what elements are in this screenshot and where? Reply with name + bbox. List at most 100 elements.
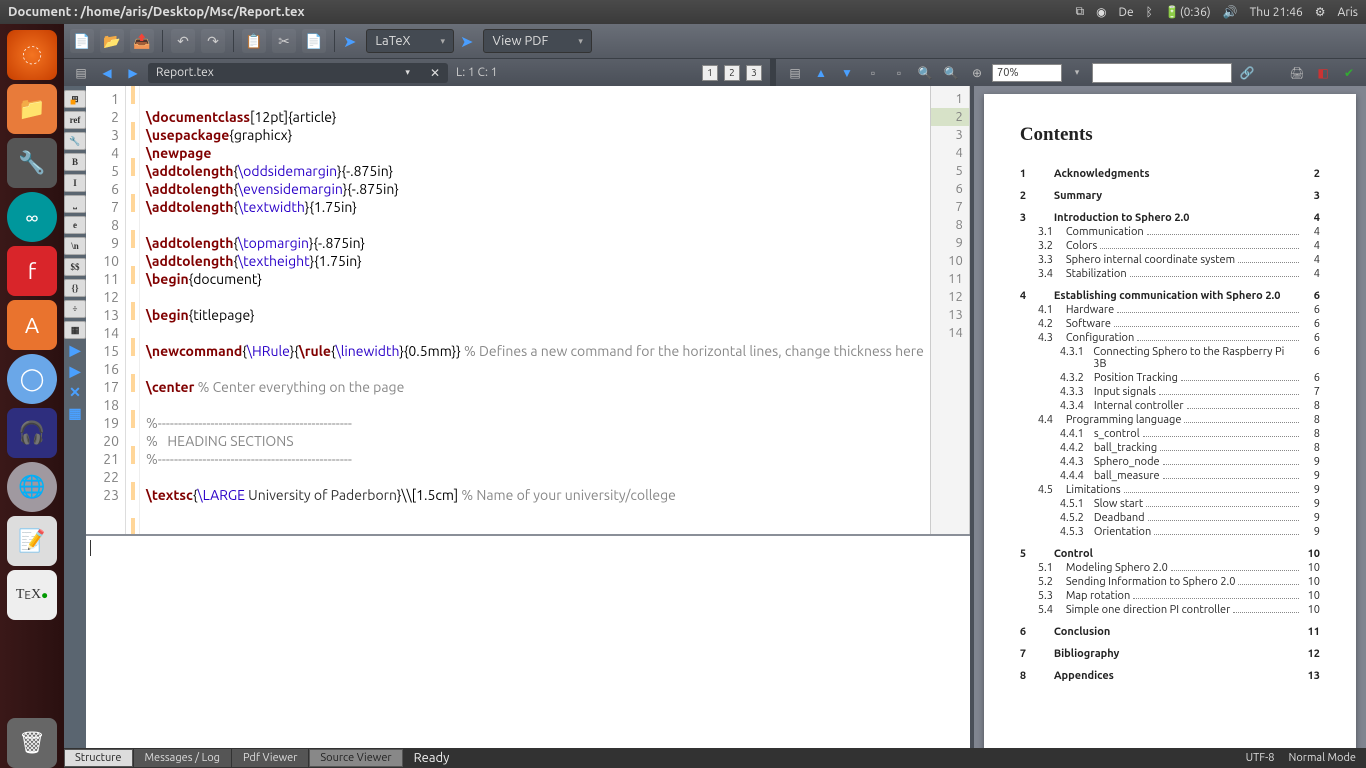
pdf-next-button[interactable]: ▼	[836, 63, 858, 83]
launcher-editor[interactable]: 📝	[7, 516, 57, 566]
system-menubar: Document : /home/aris/Desktop/Msc/Report…	[0, 0, 1366, 24]
latex-tool-button[interactable]: ÷	[64, 300, 86, 318]
latex-tool-button[interactable]: I	[64, 174, 86, 192]
bookmark-3[interactable]: 3	[746, 65, 762, 81]
texstudio-window: 📄 📂 📤 ↶ ↷ 📋 ✂ 📄 ➤ LaTeX▾ ➤ View PDF▾ ▤ ◀…	[64, 24, 1366, 768]
user-name[interactable]: Aris	[1338, 6, 1358, 19]
log-console[interactable]	[86, 534, 970, 768]
undo-button[interactable]: ↶	[171, 29, 195, 53]
launcher-audacity[interactable]: 🎧	[7, 408, 57, 458]
statusbar-tab-structure[interactable]: Structure	[64, 749, 133, 767]
editor-wrap: 1234567891011121314151617181920212223 \d…	[86, 86, 970, 768]
zoom-out-button[interactable]: 🔍	[914, 63, 936, 83]
launcher-software[interactable]: A	[7, 300, 57, 350]
launcher-arduino[interactable]: ∞	[7, 192, 57, 242]
latex-tool-button[interactable]: 🔧	[64, 132, 86, 150]
main-split: ⊞ref🔧BI⎵e\n$${}÷▦▶▶✕▦ 123456789101112131…	[64, 86, 1366, 768]
cut-button[interactable]: ✂	[272, 29, 296, 53]
window-title: Document : /home/aris/Desktop/Msc/Report…	[8, 5, 1075, 19]
print-button[interactable]: 🖨	[1286, 63, 1308, 83]
compile-icon: ➤	[343, 32, 356, 51]
fold-column	[126, 86, 140, 534]
compile-mode-dropdown[interactable]: LaTeX▾	[366, 29, 454, 53]
launcher-files[interactable]: 📁	[7, 84, 57, 134]
paste-button[interactable]: 📄	[302, 29, 326, 53]
launcher-fritzing[interactable]: f	[7, 246, 57, 296]
view-mode-dropdown[interactable]: View PDF▾	[483, 29, 591, 53]
nav-forward-button[interactable]: ▶	[122, 63, 144, 83]
open-file-button[interactable]: 📂	[100, 29, 124, 53]
latex-tool-button[interactable]: B	[64, 153, 86, 171]
status-bar: Structure Messages / Log Pdf Viewer Sour…	[64, 748, 1366, 768]
spellcheck-button[interactable]: ✔	[1338, 63, 1360, 83]
latex-tool-button[interactable]: $$	[64, 258, 86, 276]
system-indicators: ⧉ ◉ De ᛒ 🔋(0:36) 🔊 Thu 21:46 ⚙ Aris	[1075, 5, 1358, 19]
pdf-page: Contents 1Acknowledgments22Summary33Intr…	[984, 94, 1356, 760]
pdf-toc-button[interactable]: ▤	[784, 63, 806, 83]
sidebar-nav-button[interactable]: ▦	[64, 405, 86, 423]
latex-tool-button[interactable]: ref	[64, 111, 86, 129]
sidebar-nav-button[interactable]: ▶	[64, 342, 86, 360]
toggle-structure-button[interactable]: ▤	[70, 63, 92, 83]
line-gutter: 1234567891011121314151617181920212223	[86, 86, 126, 534]
editor-row: 1234567891011121314151617181920212223 \d…	[86, 86, 970, 534]
pdf-search-input[interactable]	[1092, 63, 1232, 83]
sidebar-nav-button[interactable]: ✕	[64, 384, 86, 402]
save-button[interactable]: 📤	[130, 29, 154, 53]
close-tab-icon[interactable]: ✕	[430, 66, 440, 80]
launcher-texstudio[interactable]: TEX●	[7, 570, 57, 620]
document-tab[interactable]: Report.tex ▾✕	[148, 63, 448, 83]
launcher-settings[interactable]: 🔧	[7, 138, 57, 188]
bluetooth-icon[interactable]: ᛒ	[1146, 6, 1153, 19]
status-encoding: UTF-8	[1246, 752, 1275, 764]
zoom-dropdown-icon[interactable]: ▾	[1066, 63, 1088, 83]
dropbox-icon[interactable]: ⧉	[1075, 5, 1084, 19]
bookmark-1[interactable]: 1	[702, 65, 718, 81]
pdf-double-button[interactable]: ▫	[888, 63, 910, 83]
pdf-single-button[interactable]: ▫	[862, 63, 884, 83]
launcher-marble[interactable]: 🌐	[7, 462, 57, 512]
pdf-close-button[interactable]: ◧	[1312, 63, 1334, 83]
statusbar-tab-messages[interactable]: Messages / Log	[134, 749, 231, 767]
pdf-prev-button[interactable]: ▲	[810, 63, 832, 83]
latex-tool-button[interactable]: ⎵	[64, 195, 86, 213]
zoom-level[interactable]: 70%	[992, 64, 1062, 82]
pdf-pane: Contents 1Acknowledgments22Summary33Intr…	[970, 86, 1366, 768]
copy-button[interactable]: 📋	[242, 29, 266, 53]
wifi-icon[interactable]: ◉	[1096, 5, 1106, 19]
secondary-toolbar: ▤ ◀ ▶ Report.tex ▾✕ L: 1 C: 1 1 2 3 ▤ ▲ …	[64, 58, 1366, 86]
pdf-line-gutter: 1234567891011121314	[930, 86, 970, 534]
launcher-chromium[interactable]: ◯	[7, 354, 57, 404]
battery-indicator[interactable]: 🔋(0:36)	[1165, 5, 1211, 19]
status-mode: Normal Mode	[1288, 752, 1356, 764]
zoom-fit-button[interactable]: ⊕	[966, 63, 988, 83]
pdf-sync-button[interactable]: 🔗	[1236, 63, 1258, 83]
sidebar-nav-button[interactable]: ▶	[64, 363, 86, 381]
latex-tool-button[interactable]: \n	[64, 237, 86, 255]
new-file-button[interactable]: 📄	[70, 29, 94, 53]
unity-launcher: ◌ 📁 🔧 ∞ f A ◯ 🎧 🌐 📝 TEX● 🗑	[0, 24, 64, 768]
launcher-dash[interactable]: ◌	[7, 30, 57, 80]
pdf-viewport[interactable]: Contents 1Acknowledgments22Summary33Intr…	[974, 86, 1366, 768]
volume-icon[interactable]: 🔊	[1223, 5, 1238, 19]
latex-tool-button[interactable]: ▦	[64, 321, 86, 339]
keyboard-layout[interactable]: De	[1119, 6, 1134, 19]
nav-back-button[interactable]: ◀	[96, 63, 118, 83]
cursor-position: L: 1 C: 1	[456, 66, 497, 79]
latex-tool-button[interactable]: {}	[64, 279, 86, 297]
redo-button[interactable]: ↷	[201, 29, 225, 53]
bookmark-2[interactable]: 2	[724, 65, 740, 81]
status-text: Ready	[414, 751, 450, 765]
latex-toolbar: ⊞ref🔧BI⎵e\n$${}÷▦▶▶✕▦	[64, 86, 86, 768]
main-toolbar: 📄 📂 📤 ↶ ↷ 📋 ✂ 📄 ➤ LaTeX▾ ➤ View PDF▾	[64, 24, 1366, 58]
gear-icon[interactable]: ⚙	[1315, 5, 1326, 19]
statusbar-tab-pdfviewer[interactable]: Pdf Viewer	[232, 749, 308, 767]
launcher-trash[interactable]: 🗑	[7, 718, 57, 768]
latex-tool-button[interactable]: e	[64, 216, 86, 234]
zoom-in-button[interactable]: 🔍	[940, 63, 962, 83]
pdf-contents-heading: Contents	[1020, 124, 1320, 146]
statusbar-tab-sourceviewer[interactable]: Source Viewer	[309, 749, 402, 767]
view-icon: ➤	[460, 32, 473, 51]
code-editor[interactable]: \documentclass[12pt]{article}\usepackage…	[140, 86, 930, 534]
clock[interactable]: Thu 21:46	[1250, 6, 1303, 19]
